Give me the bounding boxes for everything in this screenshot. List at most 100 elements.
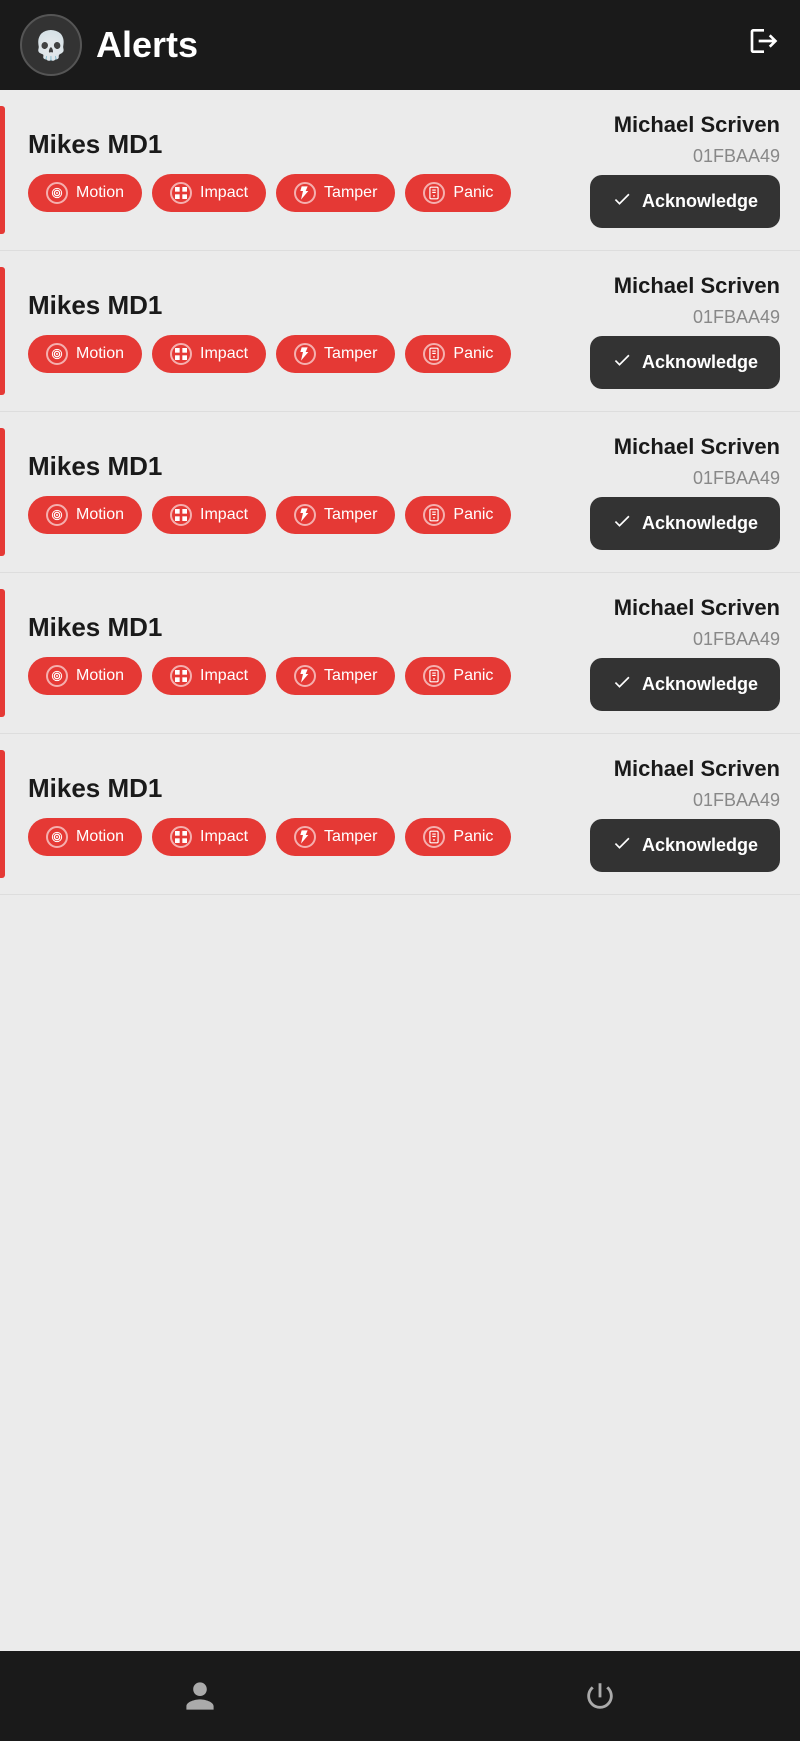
alert-info: Mikes MD1 Motion Impact Tamper — [28, 612, 540, 695]
panic-icon — [423, 343, 445, 365]
alert-tags: Motion Impact Tamper Panic — [28, 818, 540, 856]
acknowledge-button[interactable]: Acknowledge — [590, 336, 780, 389]
tag-panic: Panic — [405, 335, 511, 373]
logout-button[interactable] — [748, 25, 780, 65]
alert-card: Mikes MD1 Motion Impact Tamper — [0, 251, 800, 412]
alert-info: Mikes MD1 Motion Impact Tamper — [28, 451, 540, 534]
tamper-icon — [294, 826, 316, 848]
tamper-icon — [294, 182, 316, 204]
acknowledge-label: Acknowledge — [642, 352, 758, 373]
tag-panic: Panic — [405, 174, 511, 212]
tamper-icon — [294, 504, 316, 526]
acknowledge-label: Acknowledge — [642, 674, 758, 695]
check-icon — [612, 672, 632, 697]
tag-label-motion: Motion — [76, 184, 124, 202]
bottom-navigation — [0, 1651, 800, 1741]
device-id: 01FBAA49 — [693, 629, 780, 650]
tag-label-impact: Impact — [200, 345, 248, 363]
impact-icon — [170, 826, 192, 848]
tag-tamper: Tamper — [276, 496, 395, 534]
tag-label-panic: Panic — [453, 506, 493, 524]
tag-label-panic: Panic — [453, 184, 493, 202]
alerts-list: Mikes MD1 Motion Impact Tamper — [0, 90, 800, 1651]
panic-icon — [423, 182, 445, 204]
tag-label-impact: Impact — [200, 828, 248, 846]
page-title: Alerts — [96, 24, 198, 66]
alert-info: Mikes MD1 Motion Impact Tamper — [28, 773, 540, 856]
tag-motion: Motion — [28, 174, 142, 212]
device-name: Mikes MD1 — [28, 290, 540, 321]
tag-label-motion: Motion — [76, 345, 124, 363]
panic-icon — [423, 826, 445, 848]
motion-icon — [46, 826, 68, 848]
acknowledge-label: Acknowledge — [642, 191, 758, 212]
alert-tags: Motion Impact Tamper Panic — [28, 335, 540, 373]
power-nav-button[interactable] — [583, 1679, 617, 1713]
check-icon — [612, 833, 632, 858]
acknowledge-label: Acknowledge — [642, 835, 758, 856]
tag-label-motion: Motion — [76, 667, 124, 685]
tag-label-impact: Impact — [200, 184, 248, 202]
tag-motion: Motion — [28, 657, 142, 695]
alert-card: Mikes MD1 Motion Impact Tamper — [0, 734, 800, 895]
alert-info: Mikes MD1 Motion Impact Tamper — [28, 290, 540, 373]
motion-icon — [46, 504, 68, 526]
impact-icon — [170, 343, 192, 365]
tag-motion: Motion — [28, 496, 142, 534]
tag-label-panic: Panic — [453, 667, 493, 685]
tag-panic: Panic — [405, 818, 511, 856]
device-name: Mikes MD1 — [28, 773, 540, 804]
acknowledge-label: Acknowledge — [642, 513, 758, 534]
tag-label-tamper: Tamper — [324, 345, 377, 363]
alert-actions: Michael Scriven 01FBAA49 Acknowledge — [560, 434, 780, 550]
alert-actions: Michael Scriven 01FBAA49 Acknowledge — [560, 595, 780, 711]
tag-impact: Impact — [152, 657, 266, 695]
impact-icon — [170, 504, 192, 526]
tag-tamper: Tamper — [276, 335, 395, 373]
tamper-icon — [294, 665, 316, 687]
tag-panic: Panic — [405, 657, 511, 695]
tag-impact: Impact — [152, 818, 266, 856]
header-left: 💀 Alerts — [20, 14, 198, 76]
acknowledge-button[interactable]: Acknowledge — [590, 658, 780, 711]
panic-icon — [423, 504, 445, 526]
device-name: Mikes MD1 — [28, 129, 540, 160]
alert-tags: Motion Impact Tamper Panic — [28, 174, 540, 212]
motion-icon — [46, 665, 68, 687]
tag-label-tamper: Tamper — [324, 506, 377, 524]
app-header: 💀 Alerts — [0, 0, 800, 90]
app-logo: 💀 — [20, 14, 82, 76]
alert-tags: Motion Impact Tamper Panic — [28, 496, 540, 534]
tag-label-impact: Impact — [200, 506, 248, 524]
device-id: 01FBAA49 — [693, 468, 780, 489]
device-name: Mikes MD1 — [28, 612, 540, 643]
alert-card: Mikes MD1 Motion Impact Tamper — [0, 412, 800, 573]
acknowledge-button[interactable]: Acknowledge — [590, 819, 780, 872]
alert-actions: Michael Scriven 01FBAA49 Acknowledge — [560, 756, 780, 872]
alert-card: Mikes MD1 Motion Impact Tamper — [0, 90, 800, 251]
tag-impact: Impact — [152, 496, 266, 534]
profile-nav-button[interactable] — [183, 1679, 217, 1713]
tag-impact: Impact — [152, 174, 266, 212]
tag-tamper: Tamper — [276, 818, 395, 856]
tag-label-panic: Panic — [453, 345, 493, 363]
user-name: Michael Scriven — [614, 595, 780, 621]
impact-icon — [170, 665, 192, 687]
tag-panic: Panic — [405, 496, 511, 534]
device-id: 01FBAA49 — [693, 146, 780, 167]
check-icon — [612, 350, 632, 375]
tag-motion: Motion — [28, 335, 142, 373]
tag-label-tamper: Tamper — [324, 184, 377, 202]
user-name: Michael Scriven — [614, 434, 780, 460]
device-name: Mikes MD1 — [28, 451, 540, 482]
tag-label-panic: Panic — [453, 828, 493, 846]
tag-label-tamper: Tamper — [324, 828, 377, 846]
panic-icon — [423, 665, 445, 687]
acknowledge-button[interactable]: Acknowledge — [590, 175, 780, 228]
acknowledge-button[interactable]: Acknowledge — [590, 497, 780, 550]
tamper-icon — [294, 343, 316, 365]
tag-tamper: Tamper — [276, 657, 395, 695]
alert-tags: Motion Impact Tamper Panic — [28, 657, 540, 695]
alert-actions: Michael Scriven 01FBAA49 Acknowledge — [560, 112, 780, 228]
tag-label-impact: Impact — [200, 667, 248, 685]
